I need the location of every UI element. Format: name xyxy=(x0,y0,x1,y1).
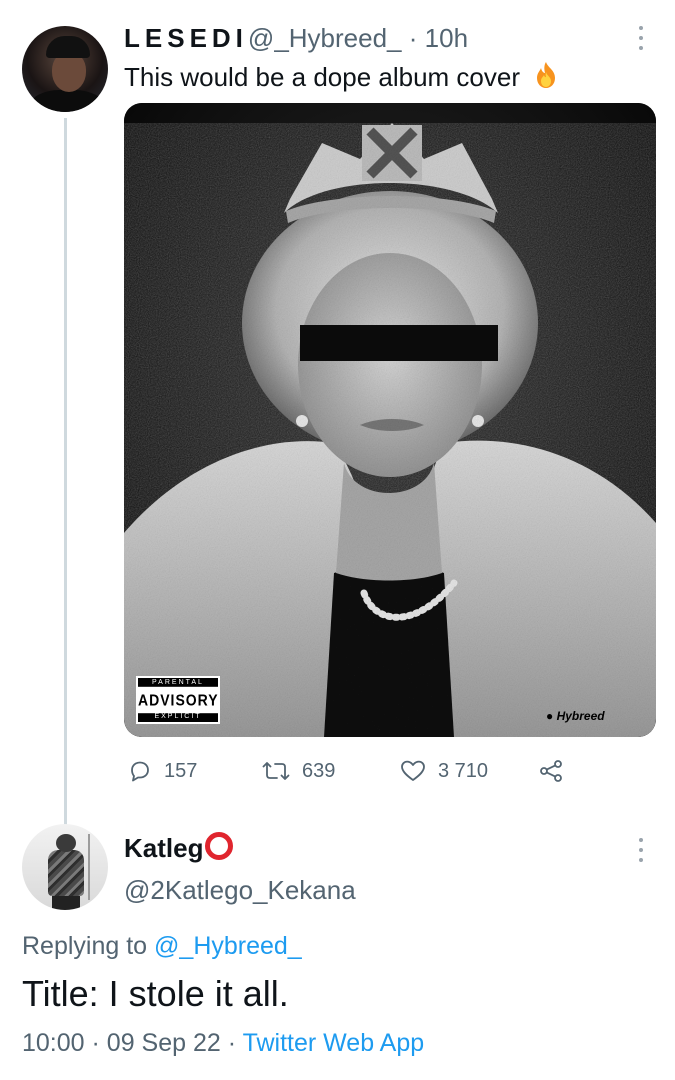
reply-date[interactable]: 09 Sep 22 xyxy=(107,1029,221,1057)
reply-time[interactable]: 10:00 xyxy=(22,1029,85,1057)
replying-to-line: Replying to @_Hybreed_ xyxy=(22,930,302,962)
fire-icon xyxy=(531,60,561,98)
advisory-bottom-text: EXPLICIT CONTENT xyxy=(138,712,218,722)
reply-tweet-meta: 10:00 · 09 Sep 22 · Twitter Web App xyxy=(22,1026,424,1060)
display-name[interactable]: LESEDI xyxy=(124,23,248,53)
share-icon xyxy=(540,760,562,782)
tweet-timestamp[interactable]: 10h xyxy=(425,23,468,53)
like-button[interactable]: 3 710 xyxy=(400,756,488,786)
watermark-dot-icon: ● xyxy=(546,709,554,723)
replying-to-label: Replying to xyxy=(22,932,148,960)
tweet-media-image[interactable]: ● Hybreed xyxy=(124,103,656,737)
separator-dot: · xyxy=(408,23,418,53)
avatar[interactable] xyxy=(22,26,108,112)
reply-user-handle[interactable]: @2Katlego_Kekana xyxy=(124,874,356,906)
source-app-link[interactable]: Twitter Web App xyxy=(243,1029,425,1057)
tweet-text: This would be a dope album cover xyxy=(124,60,561,98)
reply-icon xyxy=(131,761,149,782)
tweet-body: This would be a dope album cover xyxy=(124,62,521,92)
heart-icon xyxy=(401,760,425,781)
like-count: 3 710 xyxy=(438,759,489,782)
retweet-icon xyxy=(262,762,290,780)
replying-to-handle-link[interactable]: @_Hybreed_ xyxy=(154,932,302,960)
share-button[interactable] xyxy=(538,756,576,786)
parental-advisory-label: PARENTAL ADVISORY EXPLICIT CONTENT xyxy=(136,676,220,724)
advisory-middle-text: ADVISORY xyxy=(138,686,218,714)
thread-connector-line xyxy=(64,118,67,828)
reply-count: 157 xyxy=(164,759,198,782)
red-circle-icon xyxy=(205,832,234,860)
reply-avatar[interactable] xyxy=(22,824,108,910)
more-options-icon[interactable] xyxy=(638,26,644,50)
separator-dot: · xyxy=(91,1029,100,1057)
reply-display-name[interactable]: Katleg xyxy=(124,832,234,864)
user-handle[interactable]: @_Hybreed_ xyxy=(248,23,402,53)
separator-dot: · xyxy=(227,1029,237,1057)
retweet-button[interactable]: 639 xyxy=(262,756,335,786)
watermark: ● Hybreed xyxy=(546,709,605,723)
album-cover-portrait xyxy=(124,103,656,737)
reply-more-options-icon[interactable] xyxy=(638,838,644,862)
reply-button[interactable]: 157 xyxy=(128,756,197,786)
reply-tweet-text: Title: I stole it all. xyxy=(22,973,289,1014)
tweet-header: LESEDI@_Hybreed_ · 10h xyxy=(124,22,468,54)
retweet-count: 639 xyxy=(302,759,336,782)
